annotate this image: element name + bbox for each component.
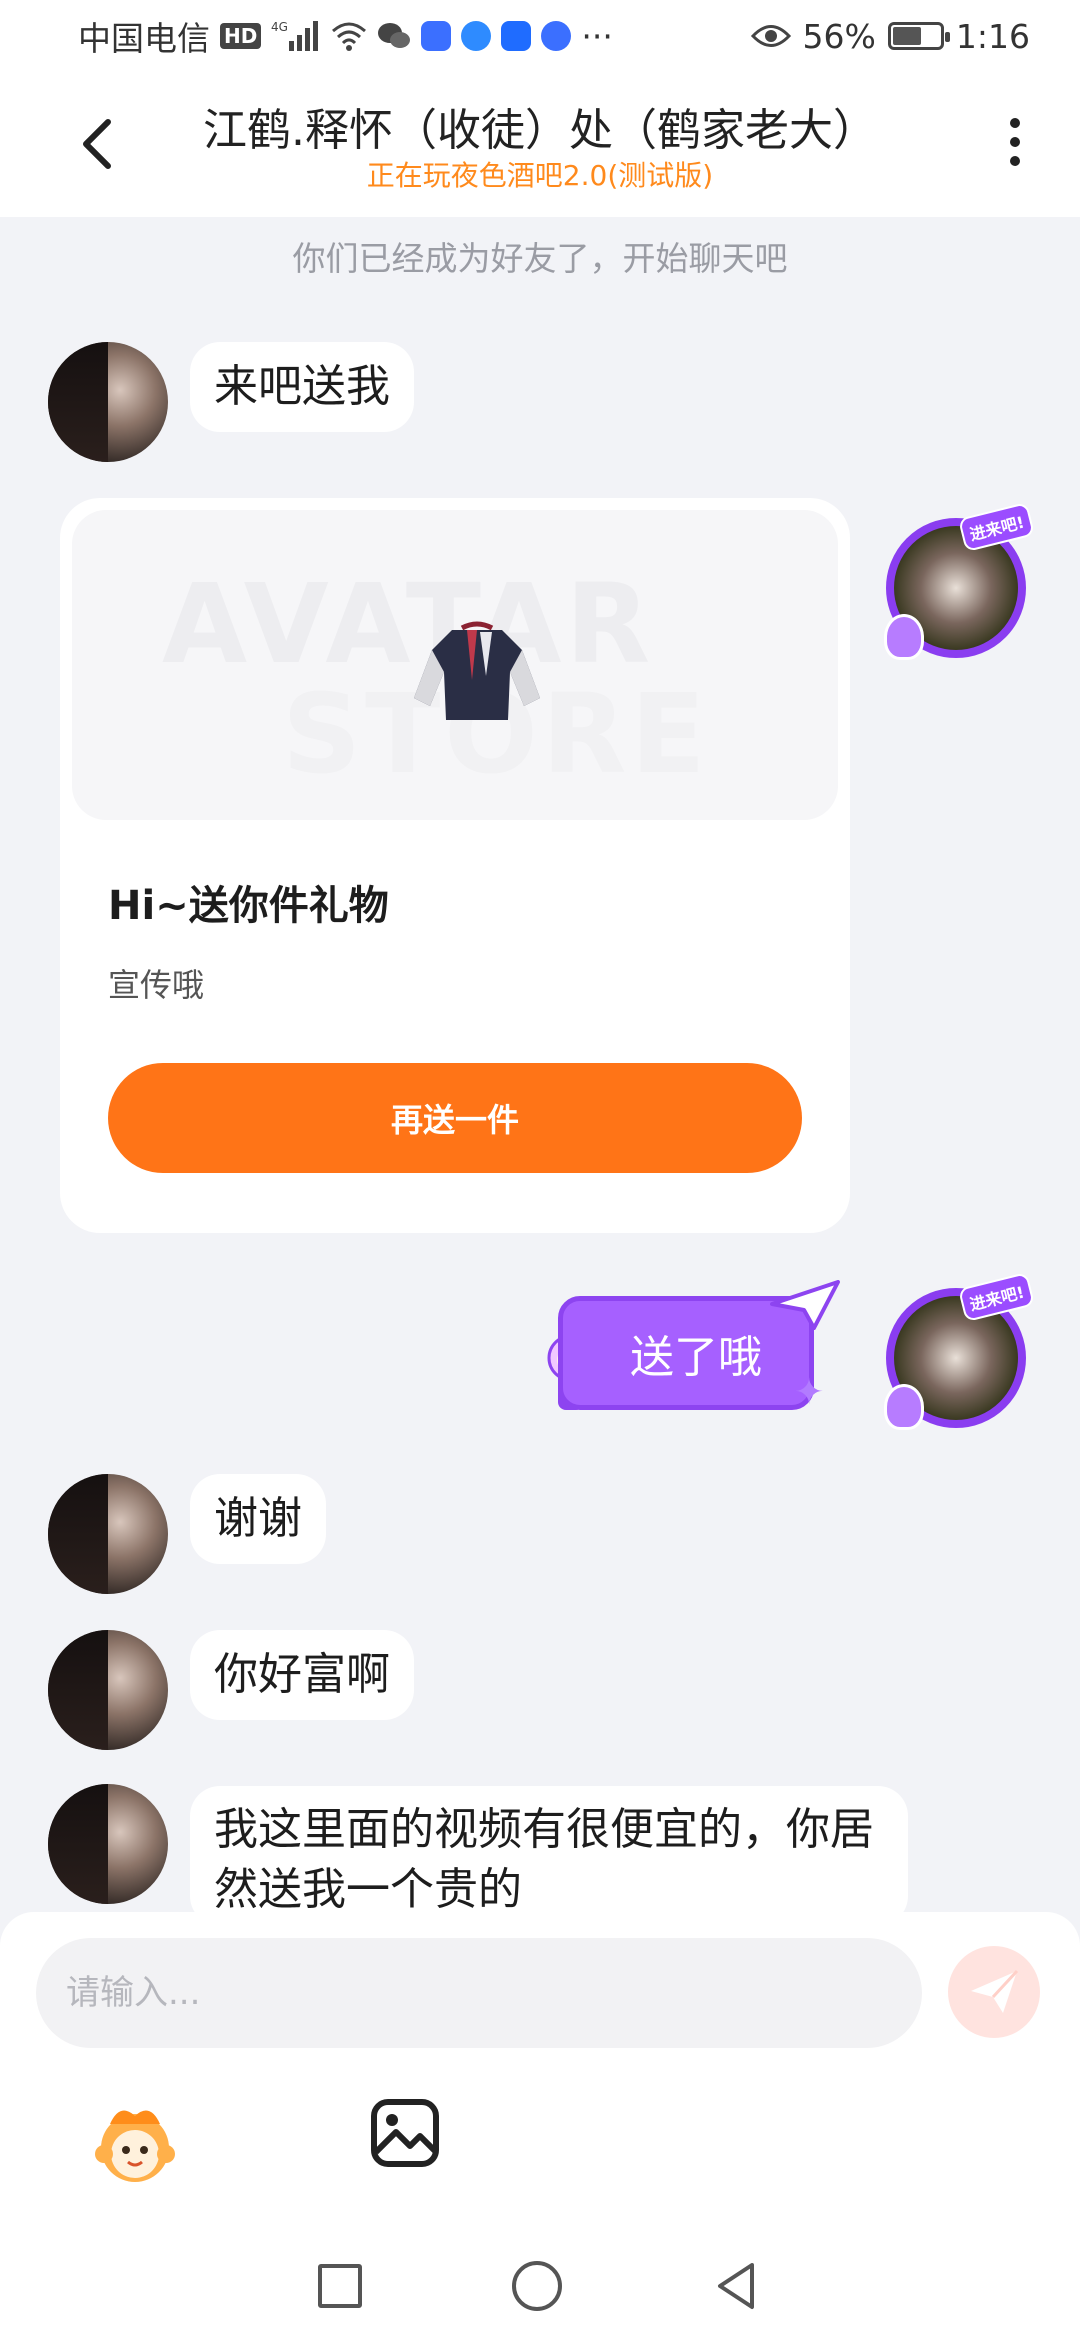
- clock: 1:16: [955, 16, 1030, 56]
- avatar-frame-badge: 进来吧!: [957, 501, 1036, 553]
- send-button[interactable]: [948, 1946, 1040, 2038]
- chat-title: 江鹤.释怀（收徒）处（鹤家老大）: [203, 105, 877, 156]
- emoji-button[interactable]: [90, 2098, 180, 2188]
- wifi-icon: [331, 21, 367, 51]
- signal-icon: 4G: [271, 19, 321, 53]
- paper-plane-icon: [971, 1969, 1019, 2013]
- avatar-frame-badge: 进来吧!: [957, 1271, 1036, 1323]
- friend-avatar[interactable]: [48, 1784, 168, 1904]
- friend-avatar[interactable]: [48, 342, 168, 462]
- chat-header: 江鹤.释怀（收徒）处（鹤家老大） 正在玩夜色酒吧2.0(测试版): [0, 72, 1080, 217]
- gift-card[interactable]: AVATAR STORE Hi~送你件礼物 宣传哦 再送一件: [60, 498, 850, 1233]
- input-panel: [0, 1912, 1080, 2232]
- send-another-gift-button[interactable]: 再送一件: [108, 1063, 802, 1173]
- avatar-mascot-icon: [884, 1384, 924, 1430]
- avatar-mascot-icon: [884, 614, 924, 660]
- gift-title: Hi~送你件礼物: [108, 883, 389, 929]
- paper-plane-icon: [770, 1280, 840, 1330]
- message-bubble[interactable]: 来吧送我: [190, 342, 414, 432]
- back-button[interactable]: [70, 114, 130, 174]
- carrier-label: 中国电信: [78, 19, 210, 58]
- image-icon: [371, 2099, 439, 2167]
- mascot-face-icon: [95, 2110, 175, 2182]
- message-bubble[interactable]: 我这里面的视频有很便宜的，你居然送我一个贵的: [190, 1786, 908, 1926]
- eye-comfort-icon: [750, 23, 791, 49]
- chat-subtitle[interactable]: 正在玩夜色酒吧2.0(测试版): [150, 154, 930, 194]
- friend-avatar[interactable]: [48, 1474, 168, 1594]
- more-notifications: ···: [581, 16, 613, 56]
- system-nav-bar: [0, 2232, 1080, 2340]
- browser-app-icon: [461, 21, 492, 51]
- status-bar: 中国电信 HD 4G ··· 56% 1:16: [0, 0, 1080, 72]
- baidu-app-icon: [421, 21, 452, 51]
- gift-image: AVATAR STORE: [72, 510, 838, 820]
- jacket-icon: [414, 621, 540, 720]
- dot-icon: [1010, 137, 1020, 147]
- hd-badge: HD: [220, 23, 262, 49]
- battery-icon: [887, 22, 950, 50]
- watermark-text: AVATAR: [162, 560, 655, 688]
- status-left: 中国电信 HD 4G ···: [78, 12, 613, 60]
- status-right: 56% 1:16: [750, 16, 1030, 56]
- message-input[interactable]: [36, 1938, 922, 2048]
- dot-icon: [1010, 156, 1020, 166]
- friend-avatar[interactable]: [48, 1630, 168, 1750]
- more-options-button[interactable]: [990, 112, 1040, 172]
- back-triangle-button[interactable]: [712, 2261, 762, 2311]
- recent-apps-button[interactable]: [318, 2264, 362, 2308]
- message-bubble[interactable]: 谢谢: [190, 1474, 326, 1564]
- self-avatar[interactable]: 进来吧!: [884, 501, 1036, 660]
- sparkle-icon: ✦: [794, 1372, 825, 1413]
- network-label: 4G: [271, 20, 288, 34]
- paw-app-icon: [541, 21, 572, 51]
- image-button[interactable]: [370, 2098, 440, 2168]
- chevron-left-icon: [83, 119, 111, 169]
- wechat-icon: [377, 21, 411, 51]
- system-note: 你们已经成为好友了，开始聊天吧: [292, 239, 788, 278]
- bulb-app-icon: [501, 21, 532, 51]
- self-avatar[interactable]: 进来吧!: [884, 1271, 1036, 1430]
- gift-description: 宣传哦: [108, 966, 205, 1004]
- battery-percent: 56%: [802, 16, 876, 56]
- home-button[interactable]: [512, 2261, 562, 2311]
- dot-icon: [1010, 118, 1020, 128]
- message-bubble[interactable]: 你好富啊: [190, 1630, 414, 1720]
